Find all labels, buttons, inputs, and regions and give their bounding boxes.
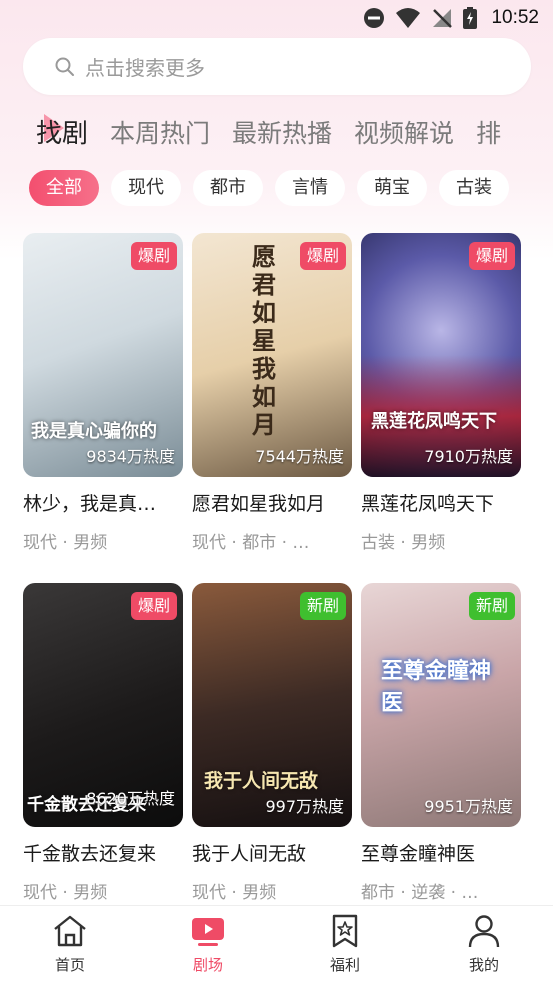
drama-tags: 古装 · 男频	[361, 533, 446, 553]
hot-badge: 爆剧	[130, 242, 177, 270]
no-signal-icon	[433, 9, 453, 28]
nav-label: 剧场	[192, 956, 223, 974]
wifi-icon	[396, 8, 421, 28]
category-tabs: 找剧 本周热门 最新热播 视频解说排	[36, 112, 553, 156]
nav-label: 首页	[54, 956, 85, 974]
drama-poster[interactable]: 千金散去还复来 爆剧 8620万热度	[23, 583, 183, 827]
drama-poster[interactable]: 我于人间无敌 新剧 997万热度	[192, 583, 352, 827]
chip-urban[interactable]: 都市	[193, 170, 263, 206]
drama-poster[interactable]: 我是真心骗你的 爆剧 9834万热度	[23, 233, 183, 477]
drama-tags: 都市 · 逆袭 · …	[361, 883, 479, 903]
drama-poster[interactable]: 愿君如星我如月 爆剧 7544万热度	[192, 233, 352, 477]
drama-title[interactable]: 黑莲花凤鸣天下	[361, 489, 521, 516]
search-placeholder: 点击搜索更多	[85, 56, 205, 80]
drama-title[interactable]: 至尊金瞳神医	[361, 839, 521, 866]
chip-romance[interactable]: 言情	[275, 170, 345, 206]
search-input[interactable]: 点击搜索更多	[23, 38, 531, 95]
chip-all[interactable]: 全部	[29, 170, 99, 206]
poster-title-art: 我于人间无敌	[204, 770, 319, 792]
tab-find-drama[interactable]: 找剧	[36, 112, 88, 156]
tab-latest[interactable]: 最新热播	[232, 112, 332, 156]
heat-count: 7910万热度	[424, 447, 513, 466]
nav-label: 福利	[329, 956, 360, 974]
heat-count: 9834万热度	[86, 447, 175, 466]
drama-card[interactable]: 我是真心骗你的 爆剧 9834万热度 林少，我是真… 现代 · 男频	[23, 233, 183, 553]
drama-tags: 现代 · 男频	[23, 533, 108, 553]
drama-poster[interactable]: 至尊金瞳神医 新剧 9951万热度	[361, 583, 521, 827]
drama-tags: 现代 · 都市 · …	[192, 533, 310, 553]
heat-count: 9951万热度	[424, 797, 513, 816]
drama-title[interactable]: 林少，我是真…	[23, 489, 183, 516]
search-icon	[55, 57, 74, 76]
status-bar: 10:52	[0, 0, 553, 36]
nav-welfare[interactable]: 福利	[305, 914, 385, 975]
genre-filter-chips: 全部 现代 都市 言情 萌宝 古装	[29, 170, 553, 206]
new-badge: 新剧	[468, 592, 515, 620]
chip-cute-baby[interactable]: 萌宝	[357, 170, 427, 206]
bookmark-star-icon	[332, 914, 358, 948]
tab-video-commentary[interactable]: 视频解说	[354, 112, 454, 156]
drama-title[interactable]: 愿君如星我如月	[192, 489, 352, 516]
battery-charging-icon	[463, 7, 478, 29]
drama-title[interactable]: 我于人间无敌	[192, 839, 352, 866]
poster-title-art: 愿君如星我如月	[252, 242, 276, 439]
hot-badge: 爆剧	[130, 592, 177, 620]
nav-mine[interactable]: 我的	[444, 914, 524, 975]
tab-weekly-hot[interactable]: 本周热门	[110, 112, 210, 156]
heat-count: 997万热度	[265, 797, 344, 816]
status-icons: 10:52	[363, 6, 539, 30]
status-time: 10:52	[491, 7, 539, 28]
home-icon	[54, 915, 86, 947]
drama-tags: 现代 · 男频	[23, 883, 108, 903]
tab-label: 找剧	[36, 119, 89, 149]
poster-title-art: 至尊金瞳神医	[381, 658, 492, 716]
drama-title[interactable]: 千金散去还复来	[23, 839, 183, 866]
hot-badge: 爆剧	[468, 242, 515, 270]
theater-icon	[192, 918, 224, 946]
tab-ranking[interactable]: 排	[476, 112, 501, 156]
poster-title-art: 黑莲花凤鸣天下	[371, 411, 497, 432]
drama-poster[interactable]: 黑莲花凤鸣天下 爆剧 7910万热度	[361, 233, 521, 477]
heat-count: 8620万热度	[86, 789, 175, 808]
dnd-icon	[364, 8, 385, 28]
chip-costume[interactable]: 古装	[439, 170, 509, 206]
drama-card[interactable]: 至尊金瞳神医 新剧 9951万热度 至尊金瞳神医 都市 · 逆袭 · …	[361, 583, 521, 903]
drama-card[interactable]: 我于人间无敌 新剧 997万热度 我于人间无敌 现代 · 男频	[192, 583, 352, 903]
nav-theater[interactable]: 剧场	[168, 914, 248, 975]
bottom-navigation: 首页 剧场 福利 我的	[0, 905, 553, 983]
heat-count: 7544万热度	[255, 447, 344, 466]
chip-modern[interactable]: 现代	[111, 170, 181, 206]
hot-badge: 爆剧	[299, 242, 346, 270]
drama-tags: 现代 · 男频	[192, 883, 277, 903]
new-badge: 新剧	[299, 592, 346, 620]
drama-card[interactable]: 愿君如星我如月 爆剧 7544万热度 愿君如星我如月 现代 · 都市 · …	[192, 233, 352, 553]
nav-label: 我的	[468, 956, 499, 974]
drama-card[interactable]: 黑莲花凤鸣天下 爆剧 7910万热度 黑莲花凤鸣天下 古装 · 男频	[361, 233, 521, 553]
drama-card[interactable]: 千金散去还复来 爆剧 8620万热度 千金散去还复来 现代 · 男频	[23, 583, 183, 903]
person-icon	[468, 915, 500, 948]
poster-title-art: 我是真心骗你的	[31, 421, 157, 442]
nav-home[interactable]: 首页	[30, 914, 110, 975]
